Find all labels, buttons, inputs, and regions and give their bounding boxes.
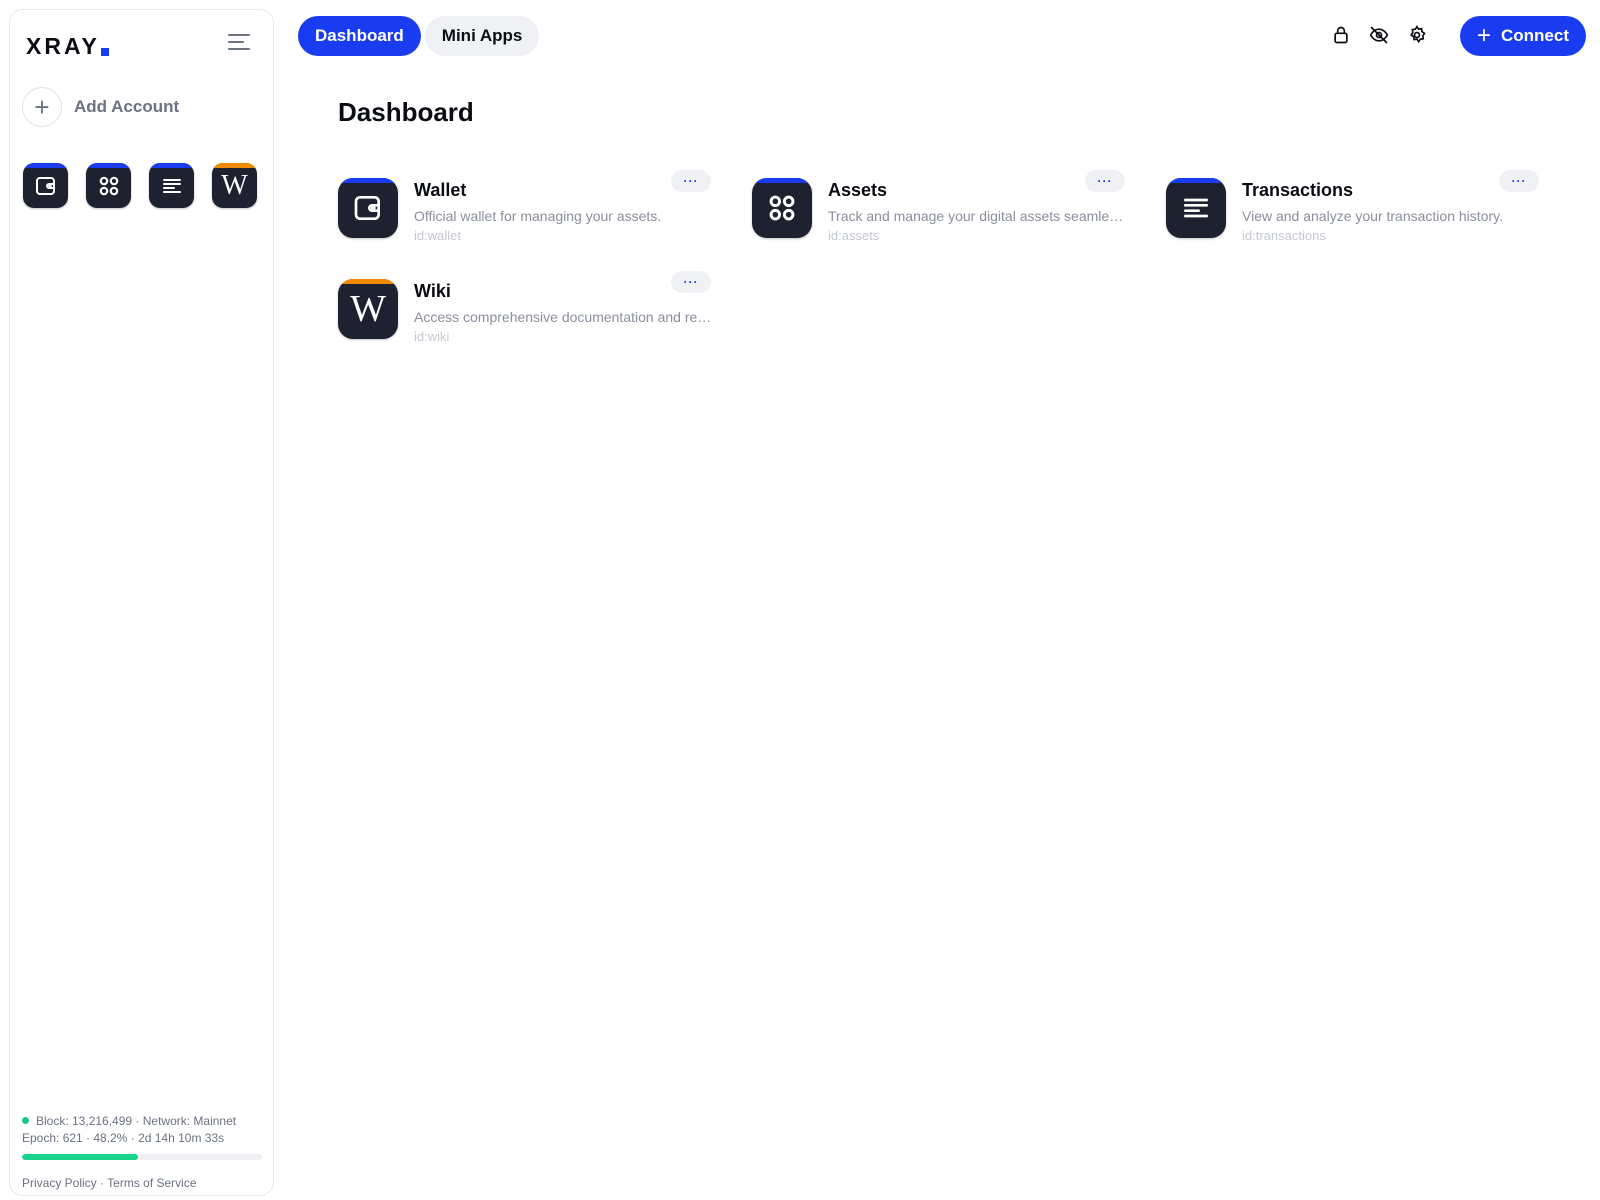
legal-links: Privacy Policy · Terms of Service: [22, 1176, 197, 1190]
status-line-epoch: Epoch: 621 · 48.2% · 2d 14h 10m 33s: [22, 1131, 225, 1145]
app-card-id: id:wiki: [414, 329, 450, 344]
sidebar-app-transactions[interactable]: [149, 163, 194, 208]
sidebar-app-wallet[interactable]: [23, 163, 68, 208]
app-card-id: id:transactions: [1242, 228, 1326, 243]
logo-dot: [100, 48, 109, 56]
wikipedia-w-icon: W: [221, 169, 248, 201]
plus-icon: +: [22, 87, 62, 127]
connect-label: Connect: [1501, 26, 1569, 45]
sidebar-app-wiki[interactable]: W: [212, 163, 257, 208]
app-card-name: Assets: [828, 180, 888, 200]
app-card-wiki[interactable]: W Wiki Access comprehensive documentatio…: [338, 271, 718, 344]
header-icons: [1330, 24, 1428, 46]
more-options-button[interactable]: ···: [1499, 170, 1539, 192]
add-account-label: Add Account: [74, 97, 180, 116]
tab-dashboard[interactable]: Dashboard: [298, 16, 421, 56]
logo-text: XRAY: [26, 33, 100, 59]
app-card-id: id:assets: [828, 228, 880, 243]
logo[interactable]: XRAY: [26, 33, 109, 59]
epoch-progress-bar: [22, 1154, 262, 1160]
eye-off-icon[interactable]: [1368, 24, 1390, 46]
status-line-block: Block: 13,216,499 · Network: Mainnet: [36, 1114, 237, 1128]
app-card-wallet[interactable]: Wallet Official wallet for managing your…: [338, 170, 718, 243]
terms-of-service-link[interactable]: Terms of Service: [107, 1176, 196, 1190]
add-account-button[interactable]: + Add Account: [22, 87, 179, 127]
page-title: Dashboard: [338, 97, 474, 127]
lock-icon[interactable]: [1330, 24, 1352, 46]
network-status: Block: 13,216,499 · Network: Mainnet Epo…: [22, 1113, 236, 1147]
wallet-icon: [354, 196, 380, 220]
privacy-policy-link[interactable]: Privacy Policy: [22, 1176, 97, 1190]
app-card-icon: [752, 178, 812, 238]
more-options-button[interactable]: ···: [1085, 170, 1125, 192]
app-card-icon: W: [338, 279, 398, 339]
app-card-assets[interactable]: Assets Track and manage your digital ass…: [752, 170, 1132, 243]
top-tabs: Dashboard Mini Apps: [298, 16, 540, 56]
list-lines-icon: [1184, 198, 1208, 218]
connect-button[interactable]: + Connect: [1460, 16, 1586, 56]
more-options-button[interactable]: ···: [671, 170, 711, 192]
plus-icon: +: [1476, 22, 1491, 49]
wallet-icon: [35, 176, 55, 195]
sidebar-app-assets[interactable]: [86, 163, 131, 208]
grid-icon: [99, 176, 118, 195]
app-card-description: Track and manage your digital assets sea…: [828, 208, 1128, 224]
app-card-description: View and analyze your transaction histor…: [1242, 208, 1503, 224]
app-card-transactions[interactable]: Transactions View and analyze your trans…: [1166, 170, 1546, 243]
app-card-icon: [1166, 178, 1226, 238]
list-lines-icon: [162, 178, 181, 193]
app-card-description: Access comprehensive documentation and r…: [414, 309, 714, 325]
epoch-progress-fill: [22, 1154, 138, 1160]
hamburger-icon[interactable]: [228, 34, 254, 58]
app-card-name: Wiki: [414, 281, 451, 301]
app-card-id: id:wallet: [414, 228, 461, 243]
status-dot-icon: [22, 1117, 29, 1124]
app-card-name: Transactions: [1242, 180, 1354, 200]
wikipedia-w-icon: W: [350, 288, 386, 330]
sidebar-app-list: W: [23, 163, 257, 208]
legal-separator: ·: [100, 1176, 105, 1190]
app-card-icon: [338, 178, 398, 238]
grid-icon: [769, 195, 795, 221]
more-options-button[interactable]: ···: [671, 271, 711, 293]
app-card-description: Official wallet for managing your assets…: [414, 208, 662, 224]
app-card-name: Wallet: [414, 180, 467, 200]
tab-mini-apps[interactable]: Mini Apps: [424, 16, 540, 56]
gear-icon[interactable]: [1406, 24, 1428, 46]
sidebar: XRAY + Add Account W Block: 13,216,499 ·…: [9, 9, 274, 1196]
